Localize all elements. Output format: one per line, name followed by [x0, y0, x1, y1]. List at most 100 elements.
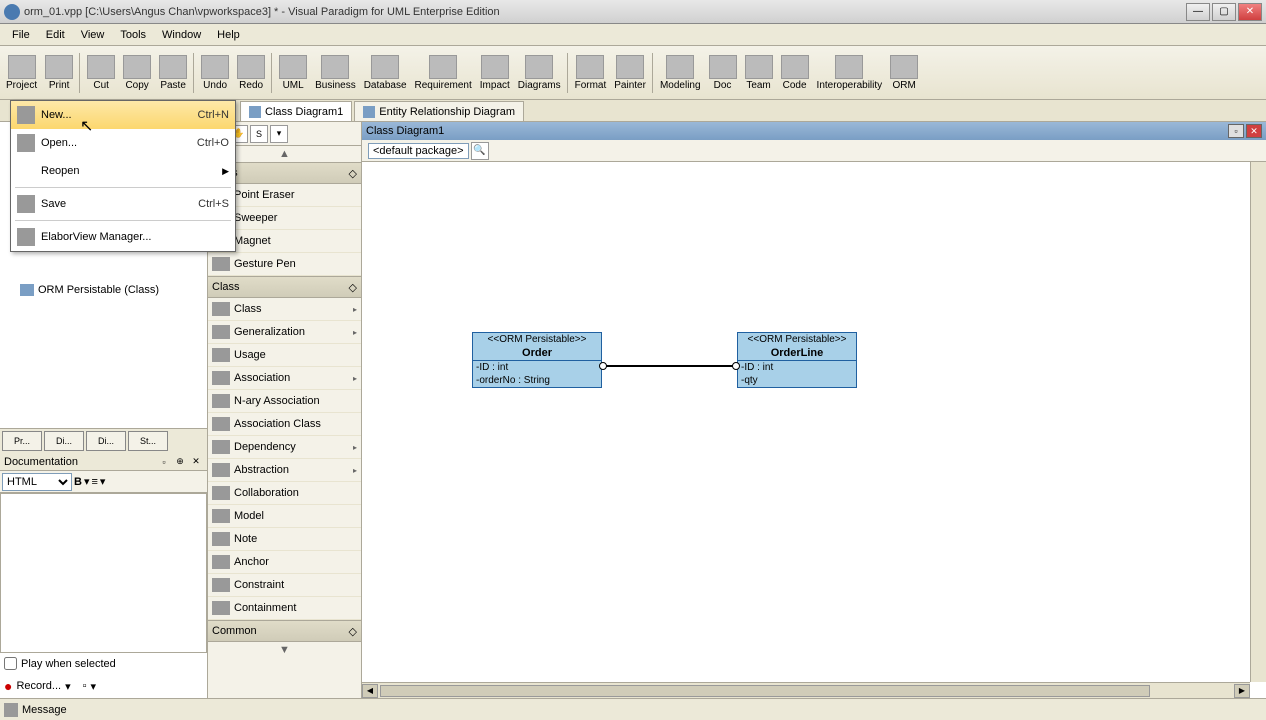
menu-file[interactable]: File	[4, 27, 38, 43]
tb-business[interactable]: Business	[311, 53, 360, 93]
record-button[interactable]: Record...	[16, 680, 61, 692]
dropdown-icon[interactable]: ▾	[65, 680, 71, 693]
palette-generalization[interactable]: Generalization▸	[208, 321, 361, 344]
tb-cut[interactable]: Cut	[83, 53, 119, 93]
menu-new[interactable]: New... Ctrl+N	[11, 101, 235, 129]
menu-elaborview-manager[interactable]: ElaborView Manager...	[11, 223, 235, 251]
doc-format-select[interactable]: HTML	[2, 473, 72, 491]
tb-uml[interactable]: UML	[275, 53, 311, 93]
open-icon	[17, 134, 35, 152]
tb-project[interactable]: Project	[2, 53, 41, 93]
menu-view[interactable]: View	[73, 27, 113, 43]
diagram-canvas[interactable]: <<ORM Persistable>> Order -ID : int -ord…	[362, 162, 1266, 698]
expand-icon[interactable]: ◇	[349, 167, 357, 180]
tb-print[interactable]: Print	[41, 53, 77, 93]
expand-icon[interactable]: ◇	[349, 625, 357, 638]
menu-edit[interactable]: Edit	[38, 27, 73, 43]
elaborview-icon	[17, 228, 35, 246]
scroll-right-icon[interactable]: ▶	[1234, 684, 1250, 698]
tb-team[interactable]: Team	[741, 53, 777, 93]
uml-association[interactable]	[602, 365, 737, 367]
palette-class[interactable]: Class▸	[208, 298, 361, 321]
palette-containment[interactable]: Containment	[208, 597, 361, 620]
uml-icon	[279, 55, 307, 79]
tab-class-diagram[interactable]: Class Diagram1	[240, 101, 352, 121]
association-icon	[212, 371, 230, 385]
dropdown-icon[interactable]: ▾	[100, 475, 106, 488]
canvas-titlebar: Class Diagram1 ▫ ✕	[362, 122, 1266, 140]
tb-format[interactable]: Format	[571, 53, 611, 93]
tb-paste[interactable]: Paste	[155, 53, 191, 93]
palette-collaboration[interactable]: Collaboration	[208, 482, 361, 505]
tb-code[interactable]: Code	[777, 53, 813, 93]
close-button[interactable]: ✕	[1238, 3, 1262, 21]
maximize-button[interactable]: ▢	[1212, 3, 1236, 21]
bold-button[interactable]: B	[74, 476, 82, 488]
palette-association-class[interactable]: Association Class	[208, 413, 361, 436]
play-label: Play when selected	[21, 658, 116, 670]
expand-icon[interactable]: ◇	[349, 281, 357, 294]
search-icon[interactable]: 🔍	[471, 142, 489, 160]
canvas-restore-button[interactable]: ▫	[1228, 124, 1244, 138]
palette-common-section[interactable]: Common◇	[208, 620, 361, 642]
dropdown-icon[interactable]: ▾	[84, 475, 90, 488]
menu-help[interactable]: Help	[209, 27, 248, 43]
palette-nary-association[interactable]: N-ary Association	[208, 390, 361, 413]
palette-model[interactable]: Model	[208, 505, 361, 528]
palette-dependency[interactable]: Dependency▸	[208, 436, 361, 459]
palette-usage[interactable]: Usage	[208, 344, 361, 367]
tb-diagrams[interactable]: Diagrams	[514, 53, 565, 93]
uml-class-order[interactable]: <<ORM Persistable>> Order -ID : int -ord…	[472, 332, 602, 388]
menu-window[interactable]: Window	[154, 27, 209, 43]
tb-copy[interactable]: Copy	[119, 53, 155, 93]
tab-erd[interactable]: Entity Relationship Diagram	[354, 101, 524, 121]
palette-anchor[interactable]: Anchor	[208, 551, 361, 574]
nav-tab-diagram1[interactable]: Di...	[44, 431, 84, 451]
doc-close-icon[interactable]: ✕	[189, 455, 203, 469]
nav-tab-stencil[interactable]: St...	[128, 431, 168, 451]
palette-association[interactable]: Association▸	[208, 367, 361, 390]
tb-painter[interactable]: Painter	[610, 53, 650, 93]
pen-icon	[212, 257, 230, 271]
menu-reopen[interactable]: Reopen ▶	[11, 157, 235, 185]
palette-note[interactable]: Note	[208, 528, 361, 551]
tb-orm[interactable]: ORM	[886, 53, 922, 93]
nav-tab-project[interactable]: Pr...	[2, 431, 42, 451]
vertical-scrollbar[interactable]	[1250, 162, 1266, 682]
horizontal-scrollbar[interactable]: ◀ ▶	[362, 682, 1250, 698]
palette-gesture-pen[interactable]: Gesture Pen	[208, 253, 361, 276]
dropdown-icon[interactable]: ▾	[91, 680, 97, 693]
uml-class-orderline[interactable]: <<ORM Persistable>> OrderLine -ID : int …	[737, 332, 857, 388]
menu-save[interactable]: Save Ctrl+S	[11, 190, 235, 218]
canvas-close-button[interactable]: ✕	[1246, 124, 1262, 138]
tb-database[interactable]: Database	[360, 53, 411, 93]
save-icon[interactable]: ▫	[83, 680, 87, 692]
palette-down-arrow[interactable]: ▼	[208, 642, 361, 658]
dropdown-icon[interactable]: ▾	[270, 125, 288, 143]
tree-item-orm-persistable[interactable]: ORM Persistable (Class)	[0, 282, 207, 298]
tb-requirement[interactable]: Requirement	[411, 53, 476, 93]
scroll-left-icon[interactable]: ◀	[362, 684, 378, 698]
tb-undo[interactable]: Undo	[197, 53, 233, 93]
tb-redo[interactable]: Redo	[233, 53, 269, 93]
tb-impact[interactable]: Impact	[476, 53, 514, 93]
tb-doc[interactable]: Doc	[705, 53, 741, 93]
menu-tools[interactable]: Tools	[112, 27, 154, 43]
doc-restore-icon[interactable]: ▫	[157, 455, 171, 469]
palette-abstraction[interactable]: Abstraction▸	[208, 459, 361, 482]
doc-pin-icon[interactable]: ⊕	[173, 455, 187, 469]
scroll-thumb[interactable]	[380, 685, 1150, 697]
nav-tab-diagram2[interactable]: Di...	[86, 431, 126, 451]
tb-modeling[interactable]: Modeling	[656, 53, 705, 93]
status-message[interactable]: Message	[22, 704, 67, 716]
palette-constraint[interactable]: Constraint	[208, 574, 361, 597]
palette-class-section[interactable]: Class◇	[208, 276, 361, 298]
minimize-button[interactable]: —	[1186, 3, 1210, 21]
doc-text-area[interactable]	[0, 493, 207, 653]
align-button[interactable]: ≡	[91, 476, 97, 488]
select-icon[interactable]: S	[250, 125, 268, 143]
menu-open[interactable]: Open... Ctrl+O	[11, 129, 235, 157]
tb-interop[interactable]: Interoperability	[813, 53, 887, 93]
play-checkbox[interactable]	[4, 657, 17, 670]
package-breadcrumb[interactable]: <default package>	[368, 143, 469, 159]
